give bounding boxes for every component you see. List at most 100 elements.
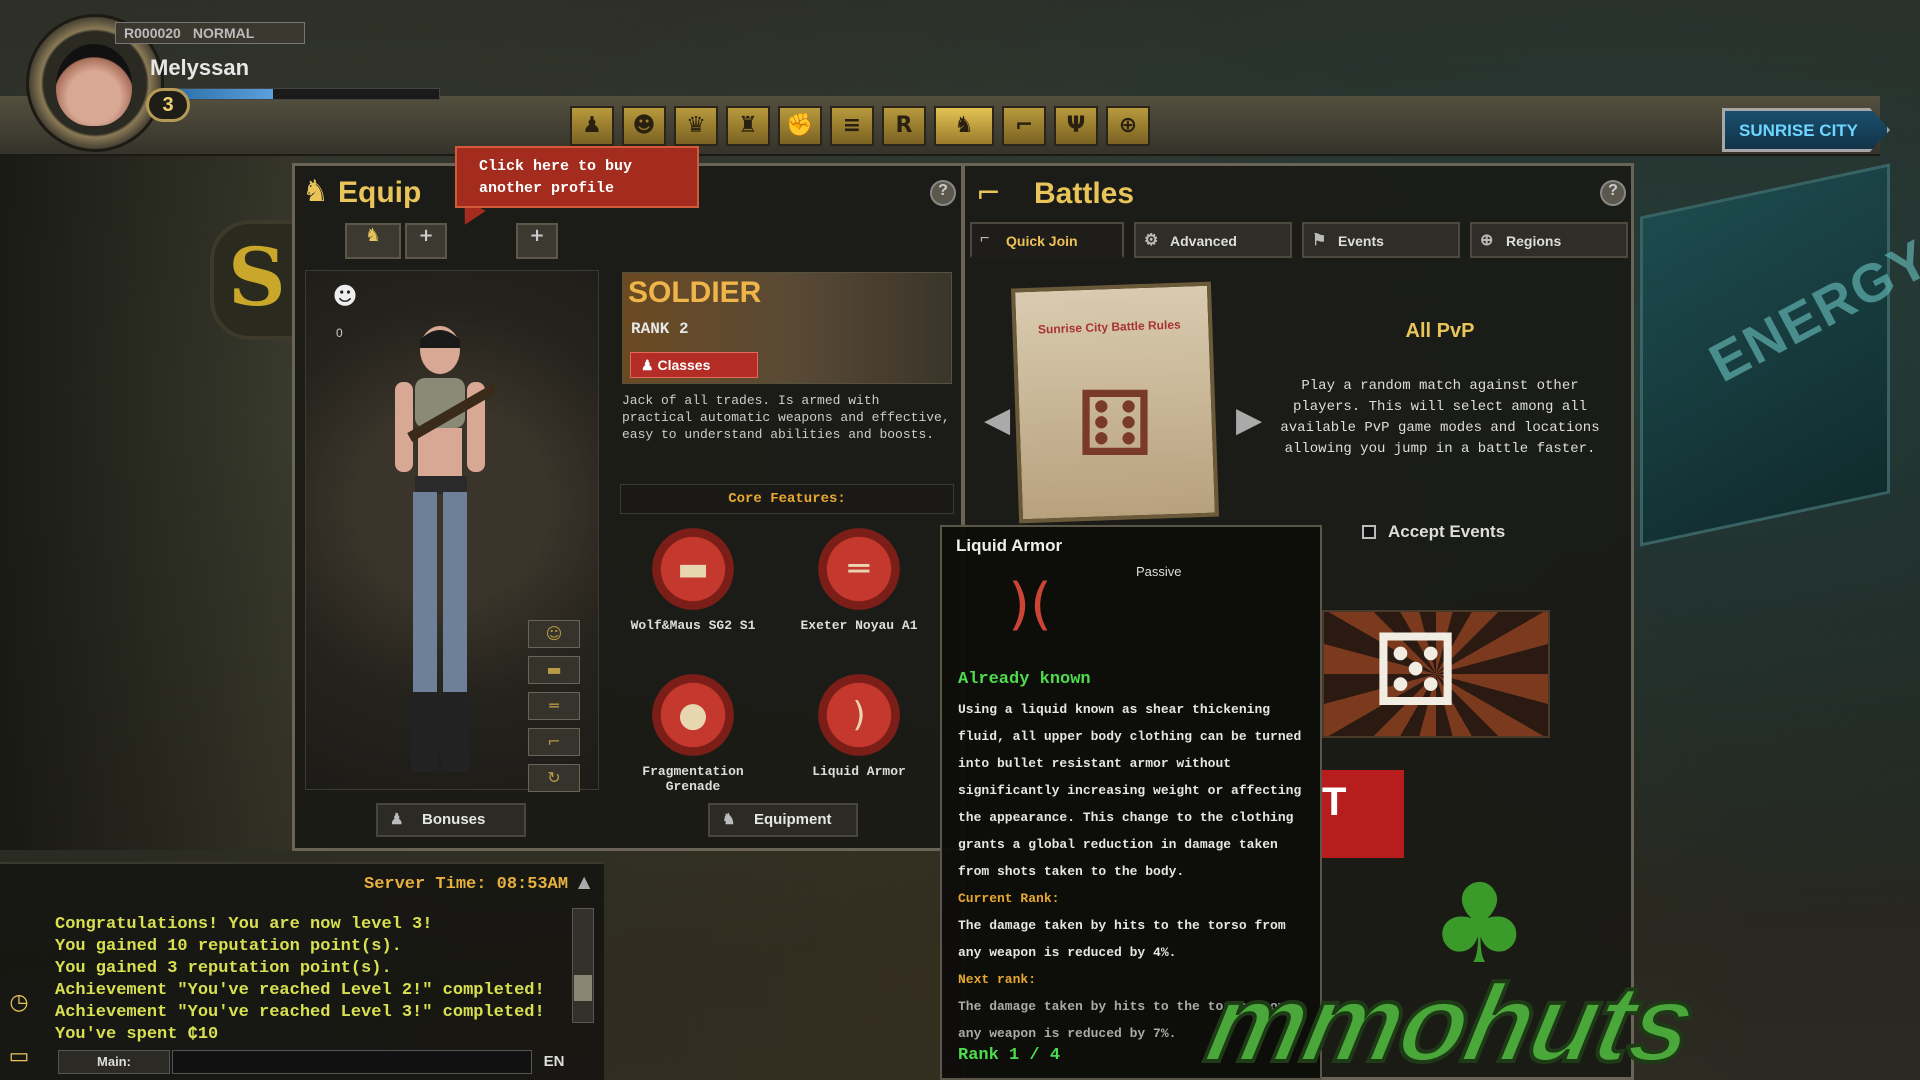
fist-icon[interactable]: ✊ [778, 106, 822, 146]
r-icon[interactable]: R [882, 106, 926, 146]
chat-line: Congratulations! You are now level 3! [55, 915, 433, 934]
globe-icon[interactable]: ⊕ [1106, 106, 1150, 146]
pistol-slot-icon[interactable]: ⌐ [528, 728, 580, 756]
equip-help-button[interactable]: ? [930, 180, 956, 206]
xp-bar [170, 88, 440, 100]
equip-title: Equip [338, 176, 422, 209]
grenade-icon: ● [652, 674, 734, 756]
dice-banner-icon: ⚄ [1372, 612, 1459, 729]
accept-events-toggle[interactable]: Accept Events [1362, 522, 1505, 542]
character-icon[interactable]: ☻ [622, 106, 666, 146]
player-mode: NORMAL [192, 25, 255, 41]
drop-count: 0 [336, 326, 343, 340]
background-sign-letter: S [228, 230, 286, 324]
drop-icon: ☻ [332, 282, 358, 310]
liquid-armor-icon: )( [1008, 572, 1052, 637]
trophy-icon[interactable]: ♛ [674, 106, 718, 146]
add-profile-tab-1[interactable]: + [405, 223, 447, 259]
player-name: Melyssan [150, 55, 250, 80]
next-mode-arrow[interactable]: ▶ [1236, 400, 1262, 440]
join-battle-button[interactable]: T [1322, 770, 1404, 858]
clan-icon[interactable]: Ψ [1054, 106, 1098, 146]
chat-bubble-icon[interactable]: ▭ [4, 1044, 34, 1074]
level-badge: 3 [146, 88, 190, 122]
chat-line: You gained 10 reputation point(s). [55, 937, 402, 956]
feature-wolfmaus[interactable]: ▬ Wolf&Maus SG2 S1 [618, 528, 768, 633]
core-features-header: Core Features: [620, 484, 954, 514]
equipment-button[interactable]: ♞ Equipment [708, 803, 858, 837]
current-rank-label: Current Rank: [958, 891, 1060, 906]
watermark-logo: mmohuts [1195, 960, 1706, 1080]
class-rank: RANK 2 [631, 320, 689, 338]
profile-tab-1[interactable]: ♞ [345, 223, 401, 259]
tab-quick-join[interactable]: ⌐ Quick Join [970, 222, 1124, 258]
rifle-icon: ▬ [652, 528, 734, 610]
chat-input[interactable] [172, 1050, 532, 1074]
add-profile-tab-2[interactable]: + [516, 223, 558, 259]
mask-slot-icon[interactable]: ☺ [528, 620, 580, 648]
battle-mode-title: All PvP [1405, 320, 1475, 342]
player-id: R000020 [124, 25, 181, 41]
clock-icon[interactable]: ◷ [4, 990, 34, 1020]
skill-rank: Rank 1 / 4 [958, 1046, 1061, 1065]
skill-tooltip-type: Passive [1136, 564, 1182, 579]
battle-mode-description: Play a random match against other player… [1280, 378, 1600, 457]
buy-profile-callout: Click here to buy another profile [455, 146, 699, 208]
feature-exeter[interactable]: ═ Exeter Noyau A1 [784, 528, 934, 633]
tab-advanced[interactable]: ⚙ Advanced [1134, 222, 1292, 258]
equip-icon[interactable]: ♞ [934, 106, 994, 146]
class-name: SOLDIER [628, 276, 762, 309]
previous-mode-arrow[interactable]: ◀ [984, 400, 1010, 440]
bonuses-icon: ♟ [390, 811, 404, 828]
armor-icon: ) [818, 674, 900, 756]
skill-status: Already known [958, 670, 1091, 689]
chat-line: Achievement "You've reached Level 3!" co… [55, 1003, 545, 1022]
classes-button[interactable]: ♟ Classes [630, 352, 758, 378]
gun-icon[interactable]: ⌐ [1002, 106, 1046, 146]
bonuses-button[interactable]: ♟ Bonuses [376, 803, 526, 837]
accept-events-checkbox[interactable] [1362, 525, 1376, 539]
accept-events-label: Accept Events [1388, 522, 1506, 541]
server-time: Server Time: 08:53AM [364, 875, 569, 894]
chat-line: Achievement "You've reached Level 2!" co… [55, 981, 545, 1000]
profile-icon[interactable]: ♟ [570, 106, 614, 146]
skill-tooltip-title: Liquid Armor [956, 536, 1063, 555]
dice-icon: ⚅ [1075, 372, 1155, 477]
tab-regions[interactable]: ⊕ Regions [1470, 222, 1628, 258]
chat-scrollbar[interactable] [572, 908, 594, 1023]
chat-line: You gained 3 reputation point(s). [55, 959, 392, 978]
tab-events[interactable]: ⚑ Events [1302, 222, 1460, 258]
globe-icon: ⊕ [1480, 232, 1494, 249]
settings-icon: ⚙ [1144, 232, 1159, 249]
gun-icon: ⌐ [980, 230, 990, 247]
chat-log: Congratulations! You are now level 3! Yo… [55, 914, 545, 1046]
character-model [395, 326, 495, 772]
ranking-icon[interactable]: ≡ [830, 106, 874, 146]
feature-liquid-armor[interactable]: ) Liquid Armor [784, 674, 934, 779]
avatar[interactable] [56, 44, 132, 126]
classes-icon: ♟ [641, 357, 658, 373]
rifle-slot-icon[interactable]: ▬ [528, 656, 580, 684]
rotate-icon[interactable]: ↻ [528, 764, 580, 792]
chat-channel-select[interactable]: Main: [58, 1050, 170, 1074]
smg-slot-icon[interactable]: ═ [528, 692, 580, 720]
class-description: Jack of all trades. Is armed with practi… [622, 393, 950, 442]
chat-scroll-thumb[interactable] [574, 975, 592, 1001]
loadout-slots: ☺ ▬ ═ ⌐ ↻ [528, 620, 580, 792]
battles-header-icon: ⌐ [976, 176, 1002, 211]
top-nav-icons: ♟ ☻ ♛ ♜ ✊ ≡ R ♞ ⌐ Ψ ⊕ [570, 106, 1150, 146]
friends-icon[interactable]: ♜ [726, 106, 770, 146]
battles-help-button[interactable]: ? [1600, 180, 1626, 206]
feature-grenade[interactable]: ● Fragmentation Grenade [618, 674, 768, 794]
city-badge[interactable]: SUNRISE CITY [1722, 108, 1890, 152]
chat-language[interactable]: EN [536, 1050, 572, 1074]
chat-scroll-up-icon[interactable]: ▲ [578, 872, 590, 891]
current-rank-text: The damage taken by hits to the torso fr… [958, 918, 1286, 960]
smg-icon: ═ [818, 528, 900, 610]
flag-icon: ⚑ [1312, 232, 1327, 249]
equipment-icon: ♞ [722, 811, 736, 828]
equip-header-icon: ♞ [302, 174, 329, 209]
player-id-box: R000020 NORMAL [115, 22, 305, 44]
chat-line: You've spent ₵10 [55, 1025, 219, 1044]
skill-description: Using a liquid known as shear thickening… [958, 702, 1302, 879]
